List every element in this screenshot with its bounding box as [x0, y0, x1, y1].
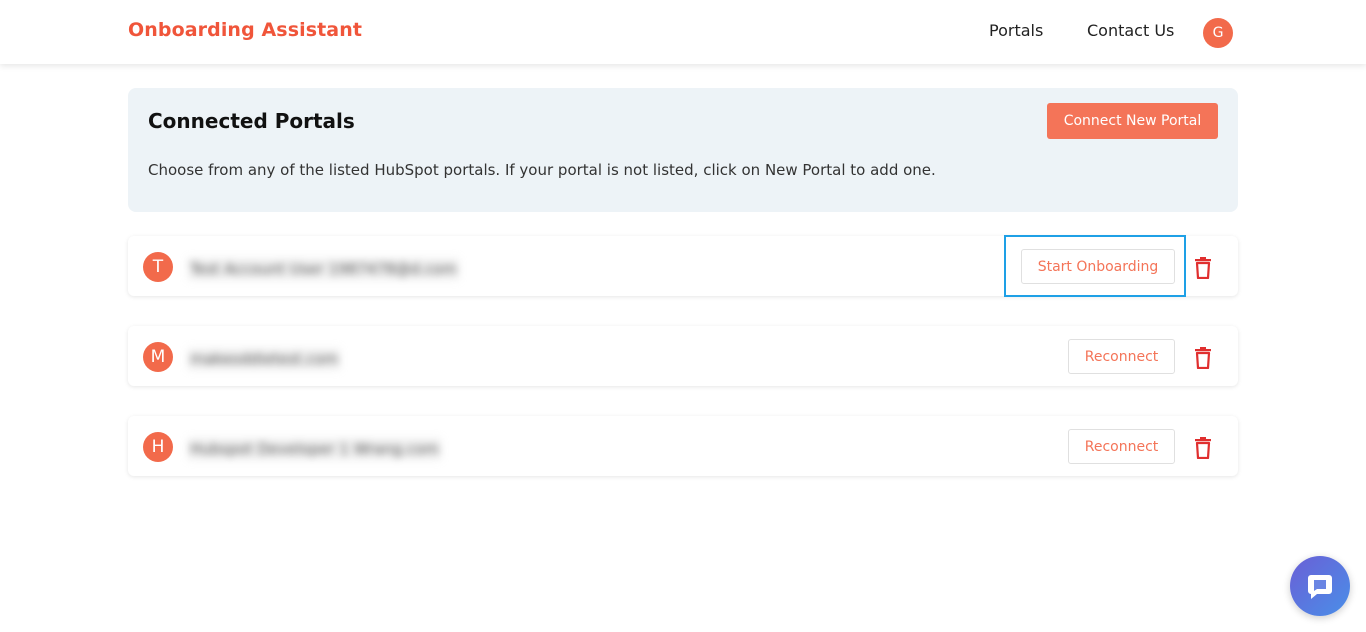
portal-name: makeoddietest.com [188, 348, 341, 370]
panel-title: Connected Portals [148, 109, 355, 133]
connect-new-portal-button[interactable]: Connect New Portal [1047, 103, 1218, 139]
trash-icon[interactable] [1193, 257, 1213, 279]
top-bar: Onboarding Assistant Portals Contact Us … [0, 0, 1366, 64]
nav-portals-link[interactable]: Portals [989, 21, 1043, 40]
panel-description: Choose from any of the listed HubSpot po… [148, 161, 936, 179]
portal-name: Test Account User 1987478@d.com [188, 258, 459, 280]
trash-icon[interactable] [1193, 347, 1213, 369]
chat-icon [1308, 575, 1332, 599]
start-onboarding-button[interactable]: Start Onboarding [1021, 249, 1175, 284]
reconnect-button[interactable]: Reconnect [1068, 339, 1175, 374]
chat-widget-button[interactable] [1290, 556, 1350, 616]
trash-icon[interactable] [1193, 437, 1213, 459]
brand-title[interactable]: Onboarding Assistant [128, 19, 362, 41]
portal-name: Hubspot Developer 1 Wrang.com [188, 438, 442, 460]
portal-avatar: H [143, 432, 173, 462]
nav-contact-link[interactable]: Contact Us [1087, 21, 1174, 40]
portal-row: T Test Account User 1987478@d.com Start … [128, 235, 1238, 297]
portal-avatar: M [143, 342, 173, 372]
portal-avatar: T [143, 252, 173, 282]
user-avatar[interactable]: G [1203, 18, 1233, 48]
reconnect-button[interactable]: Reconnect [1068, 429, 1175, 464]
portal-row: H Hubspot Developer 1 Wrang.com Reconnec… [128, 416, 1238, 476]
connected-portals-panel: Connected Portals Connect New Portal Cho… [128, 88, 1238, 212]
portal-row: M makeoddietest.com Reconnect [128, 326, 1238, 386]
